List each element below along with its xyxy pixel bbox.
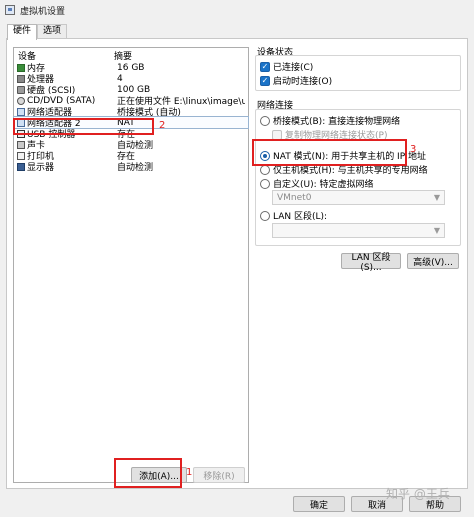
bridged-mode-radio[interactable] [260,115,270,126]
device-name: 显示器 [27,163,55,173]
custom-network-radio-row[interactable]: 自定义(U): 特定虚拟网络 [260,177,374,190]
device-row-display[interactable]: 显示器 自动检测 [14,161,248,173]
chevron-down-icon: ▼ [433,193,440,202]
vmnet-select[interactable]: VMnet0 ▼ [272,190,445,205]
connected-checkbox-row[interactable]: ✓ 已连接(C) [260,60,313,73]
connect-at-power-on-label: 启动时连接(O) [273,77,333,87]
device-summary: 自动检测 [117,163,154,173]
host-only-radio[interactable] [260,164,270,175]
vm-settings-icon [5,5,15,15]
memory-icon [17,63,25,72]
sound-card-icon [17,140,25,149]
vmnet-select-value: VMnet0 [277,192,312,203]
window-title: 虚拟机设置 [20,6,66,17]
device-list-header: 设备 摘要 [14,48,248,62]
advanced-button[interactable]: 高级(V)... [407,253,459,269]
lan-segment-radio[interactable] [260,210,270,221]
device-list[interactable]: 设备 摘要 内存 16 GB 处理器 4 硬盘 (SCSI) 100 GB CD… [13,47,249,483]
bridged-mode-radio-row[interactable]: 桥接模式(B): 直接连接物理网络 [260,114,400,127]
monitor-icon [17,162,25,171]
lan-segment-select[interactable]: ▼ [272,223,445,238]
device-summary: 100 GB [117,84,151,95]
tab-options[interactable]: 选项 [37,24,68,39]
network-icon [17,107,25,116]
printer-icon [17,151,25,160]
annotation-box-1 [114,458,182,488]
hdd-icon [17,85,25,94]
connect-at-power-on-checkbox-row[interactable]: ✓ 启动时连接(O) [260,74,332,87]
watermark: 知乎 @王兵 [386,487,450,501]
bridged-mode-label: 桥接模式(B): 直接连接物理网络 [273,117,401,127]
replicate-state-checkbox[interactable] [272,129,282,140]
lan-segment-label: LAN 区段(L): [273,212,328,222]
cpu-icon [17,74,25,83]
connect-at-power-on-check-icon[interactable]: ✓ [260,75,270,86]
summary-column-header: 摘要 [114,51,133,62]
tab-hardware[interactable]: 硬件 [7,24,38,40]
annotation-number-1: 1 [186,467,193,478]
annotation-box-3 [252,139,407,166]
device-summary: 16 GB [117,62,145,73]
chevron-down-icon: ▼ [433,226,440,235]
device-summary: 4 [117,73,123,84]
connected-label: 已连接(C) [273,63,314,73]
connected-check-icon[interactable]: ✓ [260,61,270,72]
tab-bar: 硬件 选项 [7,24,68,40]
hardware-tab-panel: 设备 摘要 内存 16 GB 处理器 4 硬盘 (SCSI) 100 GB CD… [6,38,468,489]
device-name: CD/DVD (SATA) [27,95,96,106]
remove-device-button[interactable]: 移除(R) [193,467,245,483]
cd-icon [17,96,25,105]
annotation-box-2 [13,118,154,135]
lan-segment-radio-row[interactable]: LAN 区段(L): [260,209,327,222]
device-column-header: 设备 [18,51,37,62]
custom-network-radio[interactable] [260,178,270,189]
lan-segments-button[interactable]: LAN 区段(S)... [341,253,401,273]
title-bar: 虚拟机设置 [0,0,474,20]
annotation-number-3: 3 [410,144,417,155]
custom-network-label: 自定义(U): 特定虚拟网络 [273,180,374,190]
annotation-number-2: 2 [159,120,166,131]
ok-button[interactable]: 确定 [293,496,345,512]
